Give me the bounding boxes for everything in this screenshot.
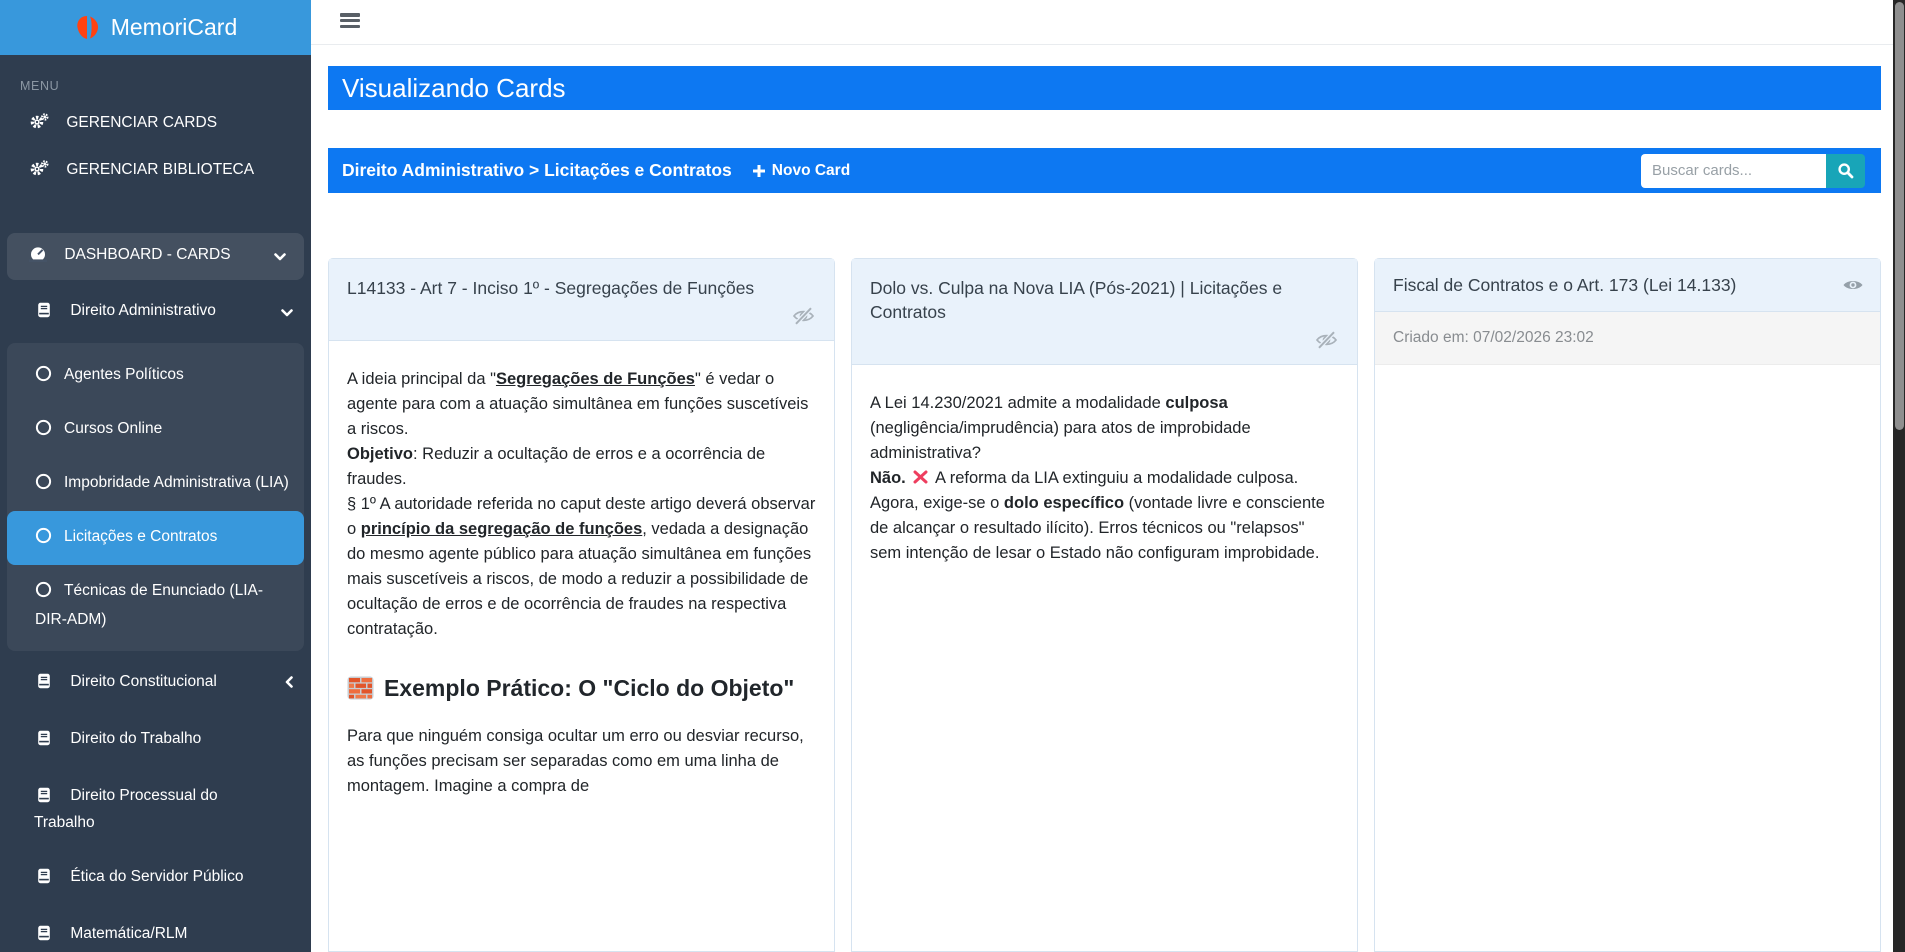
sidebar-item-label: Direito do Trabalho	[70, 730, 201, 747]
sidebar-item-label: Agentes Políticos	[64, 366, 184, 383]
sidebar-item-label: Ética do Servidor Público	[70, 868, 243, 885]
sidebar-item-label: Licitações e Contratos	[64, 528, 217, 545]
chevron-down-icon	[274, 246, 286, 268]
sidebar-item-label: Matemática/RLM	[70, 925, 187, 942]
card-text: A ideia principal da "Segregações de Fun…	[347, 367, 816, 642]
brain-logo-icon	[74, 14, 102, 42]
cards-row: L14133 - Art 7 - Inciso 1º - Segregações…	[328, 258, 1881, 952]
page-title: Visualizando Cards	[328, 66, 1881, 110]
sidebar-item-label: Técnicas de Enunciado (LIA-DIR-ADM)	[35, 582, 263, 628]
brick-emoji-icon	[347, 676, 374, 700]
content: Visualizando Cards Direito Administrativ…	[311, 45, 1893, 952]
sidebar-item-etica-servidor[interactable]: Ética do Servidor Público	[0, 854, 311, 903]
circle-icon	[35, 365, 52, 391]
sidebar-item-label: DASHBOARD - CARDS	[64, 246, 230, 263]
sidebar-submenu: Agentes Políticos Cursos Online Impobrid…	[7, 343, 304, 651]
created-timestamp: Criado em: 07/02/2026 23:02	[1375, 312, 1880, 365]
card-header: L14133 - Art 7 - Inciso 1º - Segregações…	[329, 259, 834, 341]
sidebar-item-label: GERENCIAR CARDS	[66, 114, 217, 131]
vertical-scrollbar[interactable]	[1893, 0, 1905, 952]
sidebar-subitem-licitacoes-contratos[interactable]: Licitações e Contratos	[7, 511, 304, 565]
search-group	[1641, 154, 1865, 188]
plus-icon	[752, 164, 766, 178]
book-icon	[34, 868, 53, 892]
sidebar-subitem-tecnicas-enunciado[interactable]: Técnicas de Enunciado (LIA-DIR-ADM)	[7, 565, 304, 645]
book-icon	[34, 925, 53, 949]
card-fiscal-contratos: Fiscal de Contratos e o Art. 173 (Lei 14…	[1374, 258, 1881, 952]
sidebar-item-direito-do-trabalho[interactable]: Direito do Trabalho	[0, 716, 311, 765]
sidebar-item-gerenciar-biblioteca[interactable]: GERENCIAR BIBLIOTECA	[0, 148, 311, 195]
sidebar-subitem-cursos-online[interactable]: Cursos Online	[7, 403, 304, 457]
sidebar-item-label: Direito Administrativo	[70, 302, 216, 319]
eye-slash-icon[interactable]	[1314, 330, 1339, 350]
hamburger-menu-icon[interactable]	[340, 13, 360, 30]
sidebar-item-label: Cursos Online	[64, 420, 162, 437]
chevron-down-icon	[281, 301, 293, 325]
card-title: Fiscal de Contratos e o Art. 173 (Lei 14…	[1393, 273, 1736, 297]
card-body: A Lei 14.230/2021 admite a modalidade cu…	[852, 365, 1357, 951]
eye-icon[interactable]	[1842, 277, 1864, 293]
card-body	[1375, 365, 1880, 951]
sidebar-item-matematica-rlm[interactable]: Matemática/RLM	[0, 911, 311, 952]
card-text: A Lei 14.230/2021 admite a modalidade cu…	[870, 391, 1339, 566]
scrollbar-thumb[interactable]	[1895, 2, 1904, 430]
book-icon	[34, 787, 53, 811]
menu-section-label: MENU	[20, 79, 311, 93]
breadcrumb-bar: Direito Administrativo > Licitações e Co…	[328, 148, 1881, 193]
sidebar-nav: GERENCIAR CARDS GERENCIAR BIBLIOTECA DAS…	[0, 101, 311, 952]
example-heading: Exemplo Prático: O "Ciclo do Objeto"	[347, 666, 816, 710]
cogs-icon	[30, 160, 49, 184]
cogs-icon	[30, 113, 49, 137]
book-icon	[34, 302, 53, 326]
app-logo[interactable]: MemoriCard	[0, 0, 311, 55]
search-icon	[1837, 162, 1855, 180]
circle-icon	[35, 581, 52, 607]
card-title: Dolo vs. Culpa na Nova LIA (Pós-2021) | …	[870, 276, 1343, 324]
card-body: A ideia principal da "Segregações de Fun…	[329, 341, 834, 951]
sidebar-item-direito-administrativo[interactable]: Direito Administrativo	[0, 288, 311, 337]
card-header: Dolo vs. Culpa na Nova LIA (Pós-2021) | …	[852, 259, 1357, 365]
circle-icon	[35, 419, 52, 445]
x-mark-icon	[912, 470, 929, 484]
sidebar-item-gerenciar-cards[interactable]: GERENCIAR CARDS	[0, 101, 311, 148]
card-text: Para que ninguém consiga ocultar um erro…	[347, 724, 816, 799]
novo-card-label: Novo Card	[772, 162, 850, 180]
sidebar-item-direito-processual-trabalho[interactable]: Direito Processual do Trabalho	[0, 773, 311, 846]
gauge-icon	[28, 246, 47, 269]
sidebar-item-label: Direito Constitucional	[70, 673, 216, 690]
circle-icon	[35, 527, 52, 553]
topbar	[311, 0, 1893, 45]
chevron-left-icon	[285, 672, 293, 696]
example-heading-text: Exemplo Prático: O "Ciclo do Objeto"	[384, 675, 794, 701]
sidebar-item-label: GERENCIAR BIBLIOTECA	[66, 161, 254, 178]
card-title: L14133 - Art 7 - Inciso 1º - Segregações…	[347, 276, 820, 300]
sidebar-item-label: Direito Processual do Trabalho	[34, 787, 218, 831]
app-title: MemoriCard	[111, 14, 238, 41]
search-button[interactable]	[1826, 154, 1865, 188]
breadcrumb[interactable]: Direito Administrativo > Licitações e Co…	[342, 160, 732, 181]
card-dolo-culpa: Dolo vs. Culpa na Nova LIA (Pós-2021) | …	[851, 258, 1358, 952]
sidebar-subitem-impobridade-administrativa[interactable]: Impobridade Administrativa (LIA)	[7, 457, 304, 511]
sidebar-item-label: Impobridade Administrativa (LIA)	[64, 474, 289, 491]
book-icon	[34, 730, 53, 754]
sidebar-subitem-agentes-politicos[interactable]: Agentes Políticos	[7, 349, 304, 403]
novo-card-button[interactable]: Novo Card	[752, 162, 850, 180]
sidebar-item-direito-constitucional[interactable]: Direito Constitucional	[0, 659, 311, 708]
circle-icon	[35, 473, 52, 499]
sidebar-item-dashboard-cards[interactable]: DASHBOARD - CARDS	[7, 233, 304, 280]
sidebar: MemoriCard MENU GERENCIAR CARDS GERENCIA…	[0, 0, 311, 952]
main-area: Visualizando Cards Direito Administrativ…	[311, 0, 1893, 952]
book-icon	[34, 673, 53, 697]
card-segregacoes: L14133 - Art 7 - Inciso 1º - Segregações…	[328, 258, 835, 952]
card-header: Fiscal de Contratos e o Art. 173 (Lei 14…	[1375, 259, 1880, 312]
eye-slash-icon[interactable]	[791, 306, 816, 326]
search-input[interactable]	[1641, 154, 1826, 188]
